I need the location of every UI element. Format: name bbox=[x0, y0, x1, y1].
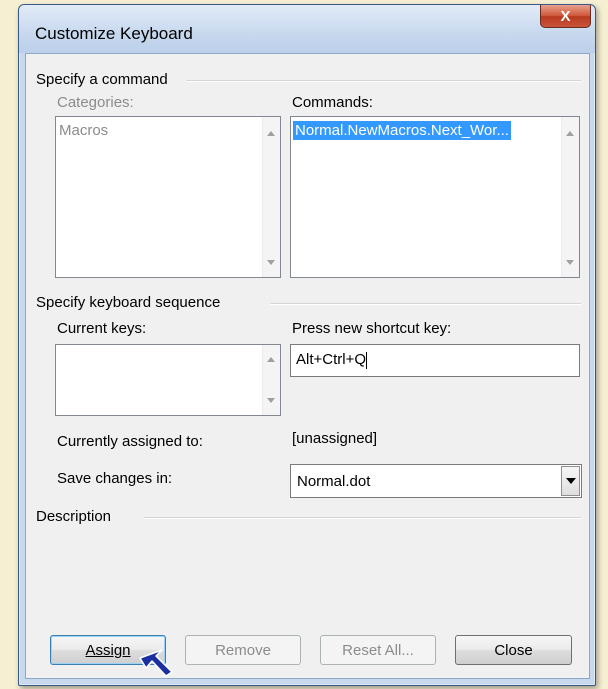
press-new-shortcut-label: Press new shortcut key: bbox=[292, 320, 452, 337]
list-item[interactable]: Normal.NewMacros.Next_Wor... bbox=[293, 121, 511, 140]
text-caret bbox=[366, 351, 368, 369]
keyboard-sequence-group-label: Specify keyboard sequence bbox=[36, 294, 221, 311]
reset-all-button[interactable]: Reset All... bbox=[320, 635, 436, 665]
group-divider bbox=[144, 517, 581, 519]
close-button-label: Close bbox=[494, 641, 533, 659]
scroll-up-icon[interactable] bbox=[267, 131, 275, 136]
scroll-down-icon[interactable] bbox=[267, 398, 275, 403]
close-icon: X bbox=[560, 7, 571, 25]
reset-all-button-label: Reset All... bbox=[342, 641, 414, 659]
current-keys-label: Current keys: bbox=[57, 320, 147, 337]
group-divider bbox=[186, 80, 581, 82]
scroll-up-icon[interactable] bbox=[566, 131, 574, 136]
current-keys-scrollbar[interactable] bbox=[262, 345, 280, 415]
categories-list[interactable]: Macros bbox=[55, 116, 281, 278]
save-changes-value: Normal.dot bbox=[297, 473, 371, 490]
new-shortcut-input[interactable]: Alt+Ctrl+Q bbox=[290, 344, 580, 377]
dialog-body: Specify a command Categories: Macros Com… bbox=[25, 53, 590, 679]
save-changes-select[interactable]: Normal.dot bbox=[290, 464, 582, 498]
commands-list[interactable]: Normal.NewMacros.Next_Wor... bbox=[290, 116, 580, 278]
currently-assigned-value: [unassigned] bbox=[292, 430, 378, 447]
group-divider bbox=[270, 303, 581, 305]
commands-label: Commands: bbox=[292, 94, 373, 111]
save-changes-label: Save changes in: bbox=[57, 470, 173, 487]
currently-assigned-label: Currently assigned to: bbox=[57, 433, 203, 450]
categories-scrollbar[interactable] bbox=[262, 117, 280, 277]
assign-button-label: Assign bbox=[85, 641, 131, 659]
description-group-label: Description bbox=[36, 508, 112, 525]
close-button[interactable]: Close bbox=[455, 635, 572, 665]
new-shortcut-value: Alt+Ctrl+Q bbox=[296, 351, 367, 368]
scroll-down-icon[interactable] bbox=[267, 260, 275, 265]
close-window-button[interactable]: X bbox=[540, 5, 591, 28]
commands-scrollbar[interactable] bbox=[561, 117, 579, 277]
scroll-up-icon[interactable] bbox=[267, 357, 275, 362]
categories-label: Categories: bbox=[57, 94, 134, 111]
title-bar[interactable]: Customize Keyboard X bbox=[19, 5, 595, 53]
chevron-down-icon[interactable] bbox=[561, 466, 580, 496]
remove-button[interactable]: Remove bbox=[185, 635, 301, 665]
pointer-arrow-icon bbox=[139, 649, 173, 677]
current-keys-list[interactable] bbox=[55, 344, 281, 416]
list-item[interactable]: Macros bbox=[59, 122, 108, 139]
remove-button-label: Remove bbox=[215, 641, 271, 659]
dialog-title: Customize Keyboard bbox=[35, 24, 193, 43]
customize-keyboard-dialog: Customize Keyboard X Specify a command C… bbox=[18, 4, 596, 686]
scroll-down-icon[interactable] bbox=[566, 260, 574, 265]
specify-command-group-label: Specify a command bbox=[36, 71, 168, 88]
